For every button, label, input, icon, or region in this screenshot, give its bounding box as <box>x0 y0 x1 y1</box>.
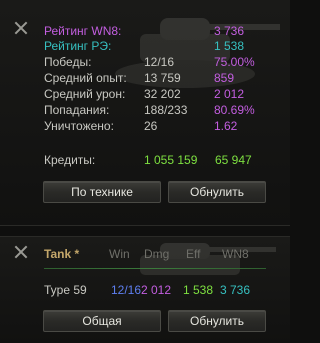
column-header-win[interactable]: Win <box>109 247 130 261</box>
row-tank-name: Type 59 <box>44 283 87 297</box>
reset-button[interactable]: Обнулить <box>168 181 266 203</box>
reset-button[interactable]: Обнулить <box>168 310 266 332</box>
stat-label: Кредиты: <box>44 153 96 167</box>
stat-value: 3 736 <box>214 24 245 38</box>
stat-extra: 1.62 <box>214 119 238 133</box>
stat-label: Рейтинг РЭ: <box>44 39 112 53</box>
by-vehicle-button[interactable]: По технике <box>43 181 161 203</box>
stat-value: 1 055 159 <box>144 153 198 167</box>
stat-extra: 859 <box>214 71 235 85</box>
stat-label: Победы: <box>44 55 92 69</box>
column-header-dmg[interactable]: Dmg <box>144 247 169 261</box>
close-icon[interactable] <box>14 245 28 259</box>
stat-extra: 2 012 <box>214 87 245 101</box>
tank-silhouette-icon <box>110 237 280 287</box>
stat-label: Попадания: <box>44 103 110 117</box>
session-stats-panel: Рейтинг WN8: 3 736 Рейтинг РЭ: 1 538 Поб… <box>0 0 290 226</box>
stat-value: 32 202 <box>144 87 181 101</box>
stat-value: 26 <box>144 119 158 133</box>
header-divider <box>44 268 266 269</box>
tank-silhouette-icon <box>100 4 280 94</box>
stat-label: Средний урон: <box>44 87 126 101</box>
stat-extra: 65 947 <box>215 153 252 167</box>
column-header-wn8[interactable]: WN8 <box>222 247 249 261</box>
column-header-tank[interactable]: Tank * <box>44 247 79 261</box>
stat-extra: 80.69% <box>214 103 255 117</box>
stat-label: Рейтинг WN8: <box>44 24 122 38</box>
row-eff: 1 538 <box>183 283 214 297</box>
general-button[interactable]: Общая <box>43 310 161 332</box>
close-icon[interactable] <box>14 21 28 35</box>
row-wn8: 3 736 <box>220 283 251 297</box>
row-dmg: 2 012 <box>141 283 172 297</box>
stat-value: 12/16 <box>144 55 175 69</box>
stat-label: Средний опыт: <box>44 71 127 85</box>
stat-value: 13 759 <box>144 71 181 85</box>
column-header-eff[interactable]: Eff <box>186 247 200 261</box>
stat-extra: 75.00% <box>214 55 255 69</box>
stat-value: 1 538 <box>214 39 245 53</box>
stat-value: 188/233 <box>144 103 188 117</box>
row-win: 12/16 <box>111 283 142 297</box>
stat-label: Уничтожено: <box>44 119 114 133</box>
